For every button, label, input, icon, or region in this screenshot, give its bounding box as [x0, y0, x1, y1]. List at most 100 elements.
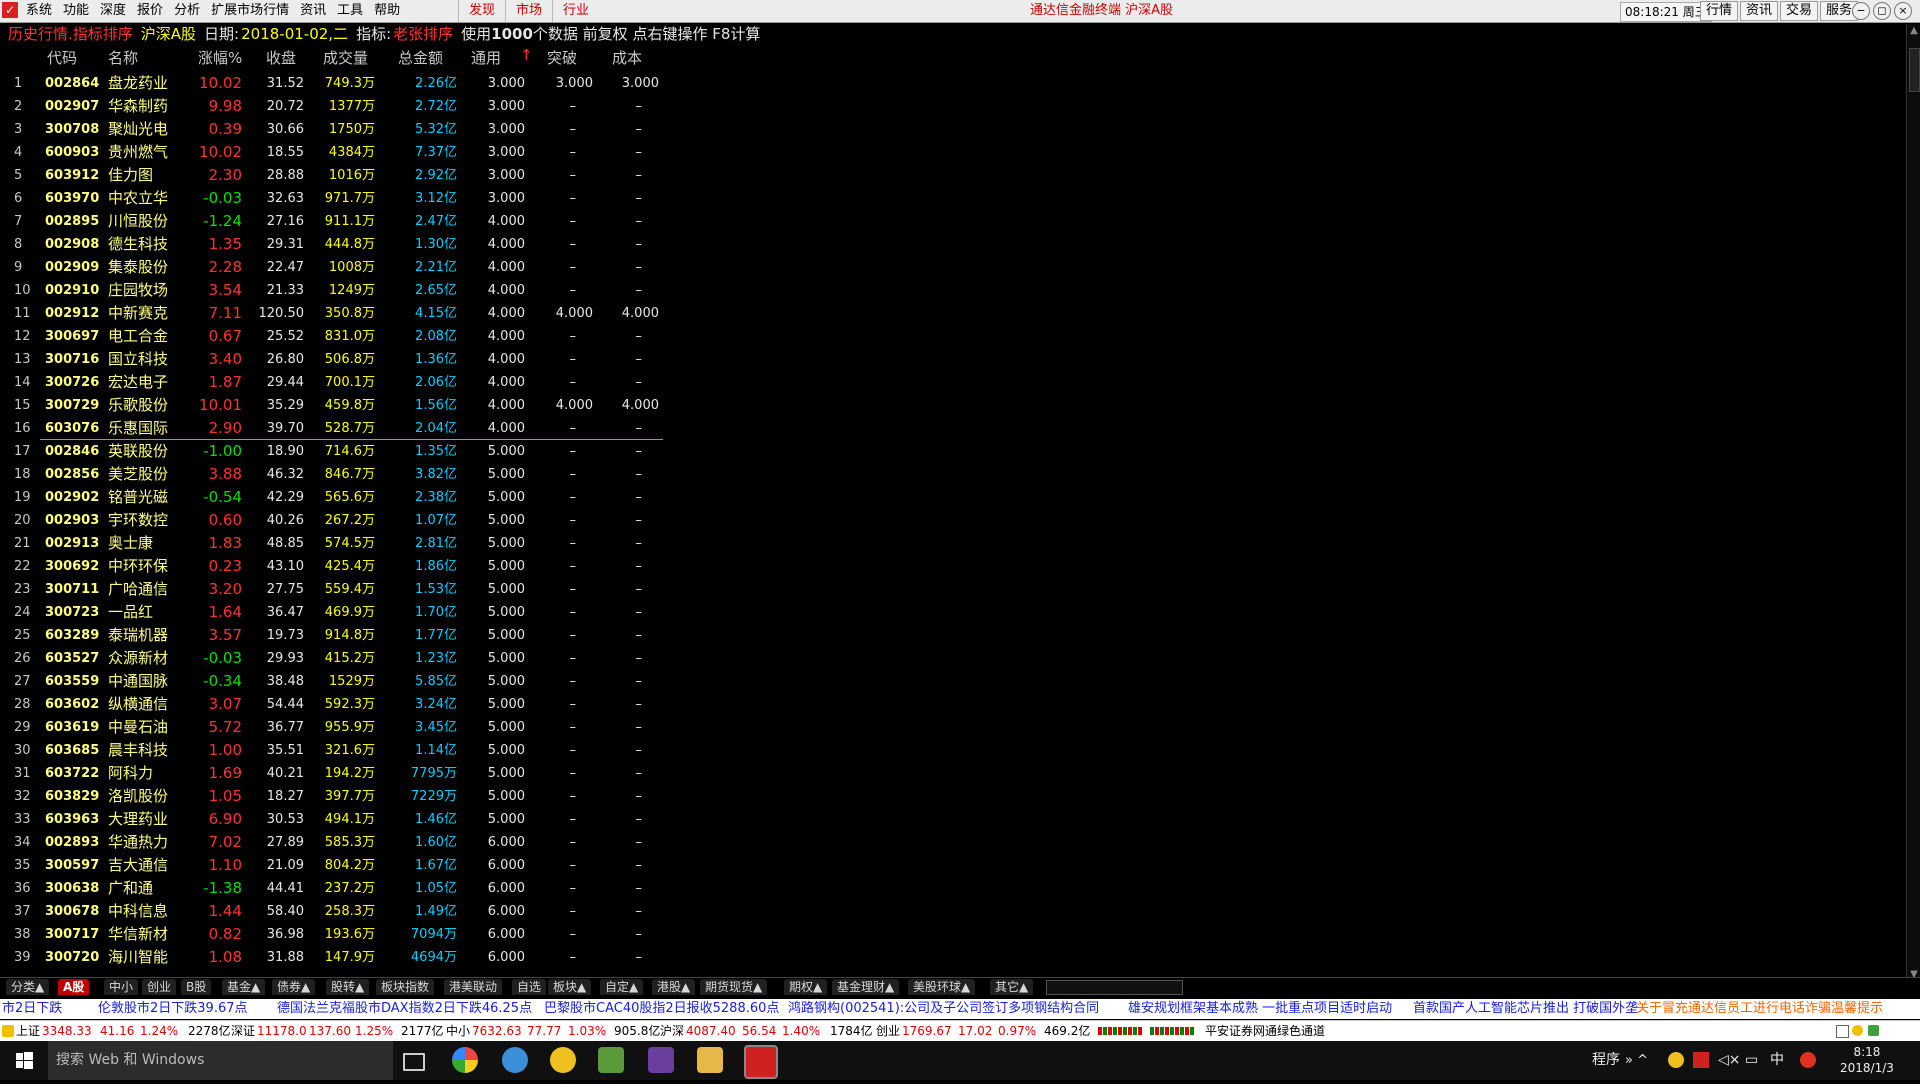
toolbar-button[interactable]: 资讯: [1740, 1, 1779, 21]
table-row[interactable]: 6 603970 中农立华 -0.03 32.63 971.7万 3.12亿 3.000 – –: [0, 187, 700, 210]
table-row[interactable]: 11 002912 中新赛克 7.11 120.50 350.8万 4.15亿 4.000 4.…: [0, 302, 700, 325]
table-row[interactable]: 18 002856 美芝股份 3.88 46.32 846.7万 3.82亿 5.000 – –: [0, 463, 700, 486]
table-row[interactable]: 39 300720 海川智能 1.08 31.88 147.9万 4694万 6.000 – –: [0, 946, 700, 969]
table-row[interactable]: 2 002907 华森制药 9.98 20.72 1377万 2.72亿 3.000 – –: [0, 95, 700, 118]
table-row[interactable]: 35 300597 吉大通信 1.10 21.09 804.2万 1.67亿 6.000 – –: [0, 854, 700, 877]
market-tab[interactable]: 自选: [512, 979, 547, 995]
table-row[interactable]: 31 603722 阿科力 1.69 40.21 194.2万 7795万 5.000 – –: [0, 762, 700, 785]
header-general[interactable]: 通用: [471, 47, 501, 70]
table-row[interactable]: 36 300638 广和通 -1.38 44.41 237.2万 1.05亿 6.000 – –: [0, 877, 700, 900]
ticker-item[interactable]: 德国法兰克福股市DAX指数2日下跌46.25点: [277, 999, 532, 1019]
market-tab[interactable]: A股: [58, 979, 90, 995]
table-row[interactable]: 16 603076 乐惠国际 2.90 39.70 528.7万 2.04亿 4.000 – –: [0, 417, 700, 440]
market-tab[interactable]: 创业: [142, 979, 177, 995]
header-volume[interactable]: 成交量: [323, 47, 368, 70]
taskbar-clock[interactable]: 8:18 2018/1/3: [1840, 1044, 1894, 1076]
toolbar-button[interactable]: 行情: [1700, 1, 1739, 21]
hs-label[interactable]: 沪深: [660, 1021, 684, 1041]
header-amount[interactable]: 总金额: [398, 47, 443, 70]
menu-item[interactable]: 工具: [337, 0, 374, 22]
file-explorer-icon[interactable]: [697, 1047, 723, 1073]
header-change[interactable]: 涨幅%: [198, 47, 242, 70]
chrome-icon[interactable]: [452, 1047, 478, 1073]
menu-item[interactable]: 报价: [137, 0, 174, 22]
market-tab[interactable]: 板块指数: [376, 979, 435, 995]
tray-expand-icon[interactable]: » ^: [1625, 1041, 1648, 1080]
broker-channel[interactable]: 平安证券网通绿色通道: [1205, 1021, 1325, 1041]
ticker-item[interactable]: 雄安规划框架基本成熟 一批重点项目适时启动: [1128, 999, 1392, 1019]
market-tab[interactable]: 板块▲: [548, 979, 592, 995]
market-tab[interactable]: 其它▲: [990, 979, 1034, 995]
ime-icon[interactable]: 中: [1770, 1041, 1784, 1080]
table-row[interactable]: 21 002913 奥士康 1.83 48.85 574.5万 2.81亿 5.000 – –: [0, 532, 700, 555]
table-row[interactable]: 24 300723 一品红 1.64 36.47 469.9万 1.70亿 5.000 – –: [0, 601, 700, 624]
market-tab[interactable]: 分类▲: [6, 979, 50, 995]
menu-item[interactable]: 帮助: [374, 0, 411, 22]
scroll-up-icon[interactable]: ▲: [1907, 24, 1920, 38]
table-row[interactable]: 13 300716 国立科技 3.40 26.80 506.8万 1.36亿 4.000 – –: [0, 348, 700, 371]
table-row[interactable]: 28 603602 纵横通信 3.07 54.44 592.3万 3.24亿 5.000 – –: [0, 693, 700, 716]
volume-icon[interactable]: ◁×: [1718, 1041, 1741, 1080]
editor-icon[interactable]: [598, 1047, 624, 1073]
header-cost[interactable]: 成本: [612, 47, 642, 70]
market-tab[interactable]: 期权▲: [784, 979, 828, 995]
market-tab[interactable]: 股转▲: [326, 979, 370, 995]
menu-item[interactable]: 深度: [100, 0, 137, 22]
market-tab[interactable]: 基金理财▲: [832, 979, 900, 995]
minimize-icon[interactable]: −: [1852, 2, 1870, 20]
table-row[interactable]: 7 002895 川恒股份 -1.24 27.16 911.1万 2.47亿 4.000 – –: [0, 210, 700, 233]
highlight-menu-item[interactable]: 行业: [552, 0, 599, 22]
app-icon[interactable]: [550, 1047, 576, 1073]
horizontal-scrollbar[interactable]: [1046, 980, 1183, 995]
highlight-menu-item[interactable]: 发现: [458, 0, 505, 22]
vertical-scrollbar[interactable]: ▲ ▼: [1906, 24, 1920, 982]
market-tab[interactable]: 中小: [104, 979, 139, 995]
table-row[interactable]: 12 300697 电工合金 0.67 25.52 831.0万 2.08亿 4.000 – –: [0, 325, 700, 348]
market-tab[interactable]: 期货现货▲: [700, 979, 768, 995]
market-tab[interactable]: 港股▲: [652, 979, 696, 995]
menu-item[interactable]: 功能: [63, 0, 100, 22]
menu-item[interactable]: 分析: [174, 0, 211, 22]
table-row[interactable]: 25 603289 泰瑞机器 3.57 19.73 914.8万 1.77亿 5.000 – –: [0, 624, 700, 647]
sh-label[interactable]: 上证: [16, 1021, 40, 1041]
market-tab[interactable]: 港美联动: [444, 979, 503, 995]
header-close[interactable]: 收盘: [266, 47, 296, 70]
sz-label[interactable]: 深证: [231, 1021, 255, 1041]
alert-icon[interactable]: [1852, 1025, 1863, 1036]
toolbar-button[interactable]: 交易: [1780, 1, 1819, 21]
table-row[interactable]: 22 300692 中环环保 0.23 43.10 425.4万 1.86亿 5.000 – –: [0, 555, 700, 578]
table-row[interactable]: 10 002910 庄园牧场 3.54 21.33 1249万 2.65亿 4.000 – –: [0, 279, 700, 302]
table-row[interactable]: 29 603619 中曼石油 5.72 36.77 955.9万 3.45亿 5.000 – –: [0, 716, 700, 739]
table-row[interactable]: 27 603559 中通国脉 -0.34 38.48 1529万 5.85亿 5.000 – –: [0, 670, 700, 693]
ticker-item[interactable]: 关于冒充通达信员工进行电话诈骗温馨提示: [1636, 999, 1883, 1019]
menu-item[interactable]: 资讯: [300, 0, 337, 22]
market-tab[interactable]: 基金▲: [222, 979, 266, 995]
visual-studio-icon[interactable]: [648, 1047, 674, 1073]
tray-s-icon[interactable]: [1800, 1052, 1816, 1068]
table-row[interactable]: 37 300678 中科信息 1.44 58.40 258.3万 1.49亿 6.000 – –: [0, 900, 700, 923]
table-row[interactable]: 3 300708 聚灿光电 0.39 30.66 1750万 5.32亿 3.000 – –: [0, 118, 700, 141]
header-code[interactable]: 代码: [47, 47, 77, 70]
table-row[interactable]: 38 300717 华信新材 0.82 36.98 193.6万 7094万 6.000 – –: [0, 923, 700, 946]
close-icon[interactable]: ×: [1894, 2, 1912, 20]
table-row[interactable]: 34 002893 华通热力 7.02 27.89 585.3万 1.60亿 6.000 – –: [0, 831, 700, 854]
menu-item[interactable]: 系统: [26, 0, 63, 22]
table-row[interactable]: 9 002909 集泰股份 2.28 22.47 1008万 2.21亿 4.000 – –: [0, 256, 700, 279]
table-row[interactable]: 14 300726 宏达电子 1.87 29.44 700.1万 2.06亿 4.000 – –: [0, 371, 700, 394]
market-tab[interactable]: B股: [181, 979, 212, 995]
ticker-item[interactable]: 伦敦股市2日下跌39.67点: [98, 999, 248, 1019]
table-row[interactable]: 8 002908 德生科技 1.35 29.31 444.8万 1.30亿 4.000 – –: [0, 233, 700, 256]
table-row[interactable]: 20 002903 宇环数控 0.60 40.26 267.2万 1.07亿 5.000 – –: [0, 509, 700, 532]
taskbar-search[interactable]: 搜索 Web 和 Windows: [48, 1041, 393, 1080]
task-view-icon[interactable]: [403, 1053, 425, 1071]
connection-icon[interactable]: [1868, 1025, 1879, 1036]
highlight-menu-item[interactable]: 市场: [505, 0, 552, 22]
ticker-item[interactable]: 首款国产人工智能芯片推出 打破国外垄: [1413, 999, 1638, 1019]
scroll-thumb[interactable]: [1909, 48, 1920, 92]
table-row[interactable]: 17 002846 英联股份 -1.00 18.90 714.6万 1.35亿 5.000 – –: [0, 440, 700, 463]
tdx-app-icon[interactable]: [744, 1045, 778, 1079]
menu-item[interactable]: 扩展市场行情: [211, 0, 300, 22]
table-row[interactable]: 15 300729 乐歌股份 10.01 35.29 459.8万 1.56亿 4.000 4.…: [0, 394, 700, 417]
action-center-icon[interactable]: ▭: [1745, 1041, 1758, 1080]
start-button[interactable]: [0, 1041, 48, 1080]
